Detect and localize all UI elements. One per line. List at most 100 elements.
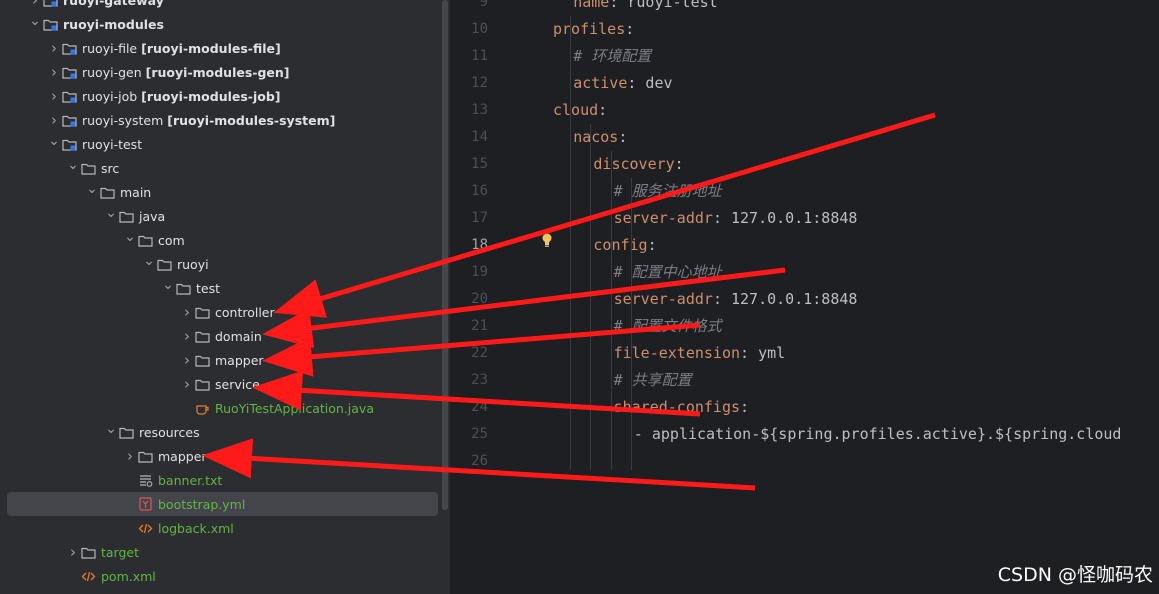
- yaml-key: server-addr: [613, 290, 713, 308]
- tree-item[interactable]: ⌄ com: [0, 228, 440, 252]
- tree-item[interactable]: › ruoyi-gateway: [0, 0, 440, 12]
- tree-item-label: mapper: [158, 448, 207, 464]
- code-line[interactable]: # 共享配置: [614, 367, 1159, 394]
- folder-icon: [81, 161, 96, 175]
- chevron-down-icon[interactable]: ⌄: [122, 229, 138, 245]
- watermark: CSDN @怪咖码农: [997, 564, 1153, 586]
- chevron-down-icon[interactable]: ⌄: [103, 205, 119, 221]
- tree-item-label: ruoyi-gateway: [63, 0, 164, 8]
- chevron-right-icon[interactable]: ›: [46, 39, 62, 57]
- tree-item[interactable]: › ruoyi-file [ruoyi-modules-file]: [0, 36, 440, 60]
- tree-item[interactable]: pom.xml: [0, 564, 440, 588]
- code-line[interactable]: - application-${spring.profiles.active}.…: [634, 421, 1159, 448]
- chevron-right-icon[interactable]: ›: [179, 351, 195, 369]
- code-line[interactable]: active: dev: [573, 70, 1159, 97]
- code-line[interactable]: # 配置文件格式: [614, 313, 1159, 340]
- tree-item-label: ruoyi-modules: [63, 16, 164, 32]
- tree-item[interactable]: ⌄ ruoyi: [0, 252, 440, 276]
- tree-item[interactable]: ⌄ ruoyi-test: [0, 132, 440, 156]
- code-line[interactable]: server-addr: 127.0.0.1:8848: [614, 205, 1159, 232]
- chevron-down-icon[interactable]: ⌄: [84, 181, 100, 197]
- tree-item[interactable]: ⌄ resources: [0, 420, 440, 444]
- code-line[interactable]: # 服务注册地址: [614, 178, 1159, 205]
- lightbulb-icon[interactable]: [540, 232, 554, 252]
- chevron-right-icon[interactable]: ›: [65, 543, 81, 561]
- tree-item[interactable]: › controller: [0, 300, 440, 324]
- tree-item[interactable]: ⌄ test: [0, 276, 440, 300]
- tree-item[interactable]: › target: [0, 540, 440, 564]
- chevron-down-icon[interactable]: ⌄: [103, 421, 119, 437]
- tree-item[interactable]: › service: [0, 372, 440, 396]
- folder-icon: [195, 329, 210, 343]
- code-line[interactable]: discovery:: [593, 151, 1159, 178]
- yaml-key: cloud: [553, 101, 599, 119]
- tree-item[interactable]: › ruoyi-gen [ruoyi-modules-gen]: [0, 60, 440, 84]
- chevron-down-icon[interactable]: ⌄: [65, 157, 81, 173]
- tree-item[interactable]: › ruoyi-system [ruoyi-modules-system]: [0, 108, 440, 132]
- line-number: 23: [471, 372, 488, 388]
- tree-item[interactable]: › mapper: [0, 444, 440, 468]
- chevron-right-icon[interactable]: ›: [179, 375, 195, 393]
- line-number: 19: [471, 264, 488, 280]
- yaml-colon: :: [740, 398, 750, 416]
- yaml-key: discovery: [593, 155, 675, 173]
- tree-item-label: mapper: [215, 352, 264, 368]
- chevron-right-icon[interactable]: ›: [27, 0, 43, 9]
- yaml-key: file-extension: [613, 344, 741, 362]
- tree-item[interactable]: › mapper: [0, 348, 440, 372]
- tree-item[interactable]: ⌄ main: [0, 180, 440, 204]
- chevron-down-icon[interactable]: ⌄: [27, 13, 43, 29]
- tree-item[interactable]: ⌄ ruoyi-modules: [0, 12, 440, 36]
- code-line[interactable]: profiles:: [553, 16, 1159, 43]
- code-line[interactable]: file-extension: yml: [614, 340, 1159, 367]
- code-line[interactable]: server-addr: 127.0.0.1:8848: [614, 286, 1159, 313]
- module-folder-icon: [62, 89, 77, 103]
- code-editor[interactable]: name: ruoyi-test profiles: # 环境配置 active: d…: [532, 0, 1159, 594]
- chevron-right-icon[interactable]: ›: [46, 63, 62, 81]
- tree-item-module-name: [ruoyi-modules-file]: [141, 40, 281, 56]
- yaml-comment: # 环境配置: [573, 47, 652, 65]
- code-line[interactable]: cloud:: [553, 97, 1159, 124]
- code-line[interactable]: shared-configs:: [614, 394, 1159, 421]
- tree-item-label: target: [101, 544, 140, 560]
- tree-item[interactable]: logback.xml: [0, 516, 440, 540]
- tree-item[interactable]: bootstrap.yml: [7, 492, 438, 516]
- chevron-right-icon[interactable]: ›: [46, 87, 62, 105]
- tree-item-label: main: [120, 184, 152, 200]
- folder-icon: [195, 377, 210, 391]
- tree-item-label: resources: [139, 424, 200, 440]
- code-line[interactable]: [553, 448, 1159, 475]
- tree-item-label: ruoyi-test: [82, 136, 143, 152]
- code-line[interactable]: # 环境配置: [573, 43, 1159, 70]
- yaml-colon: :: [598, 101, 608, 119]
- chevron-down-icon[interactable]: ⌄: [46, 133, 62, 149]
- java-class-icon: [195, 401, 210, 415]
- chevron-down-icon[interactable]: ⌄: [141, 253, 157, 269]
- chevron-right-icon[interactable]: ›: [179, 303, 195, 321]
- chevron-right-icon[interactable]: ›: [122, 447, 138, 465]
- maven-file-icon: [81, 569, 96, 583]
- code-line[interactable]: name: ruoyi-test: [573, 0, 1159, 16]
- chevron-right-icon[interactable]: ›: [46, 111, 62, 129]
- indent-guide: [590, 124, 592, 470]
- yaml-value: - application-${spring.profiles.active}.…: [633, 425, 1122, 443]
- tree-item[interactable]: › domain: [0, 324, 440, 348]
- yaml-colon: :: [609, 0, 619, 11]
- tree-item[interactable]: ⌄ src: [0, 156, 440, 180]
- tree-item[interactable]: › ruoyi-job [ruoyi-modules-job]: [0, 84, 440, 108]
- line-number: 16: [471, 183, 488, 199]
- yaml-key: active: [573, 74, 628, 92]
- yaml-value: 127.0.0.1:8848: [721, 209, 858, 227]
- tree-item[interactable]: banner.txt: [0, 468, 440, 492]
- tree-item-label: src: [101, 160, 120, 176]
- code-line[interactable]: # 配置中心地址: [614, 259, 1159, 286]
- tree-item[interactable]: ⌄ java: [0, 204, 440, 228]
- line-number: 21: [471, 318, 488, 334]
- tree-item[interactable]: RuoYiTestApplication.java: [0, 396, 440, 420]
- chevron-down-icon[interactable]: ⌄: [160, 277, 176, 293]
- tree-item-label: logback.xml: [158, 520, 234, 536]
- code-line[interactable]: nacos:: [573, 124, 1159, 151]
- module-folder-icon: [62, 41, 77, 55]
- chevron-right-icon[interactable]: ›: [179, 327, 195, 345]
- code-line[interactable]: config:: [593, 232, 1159, 259]
